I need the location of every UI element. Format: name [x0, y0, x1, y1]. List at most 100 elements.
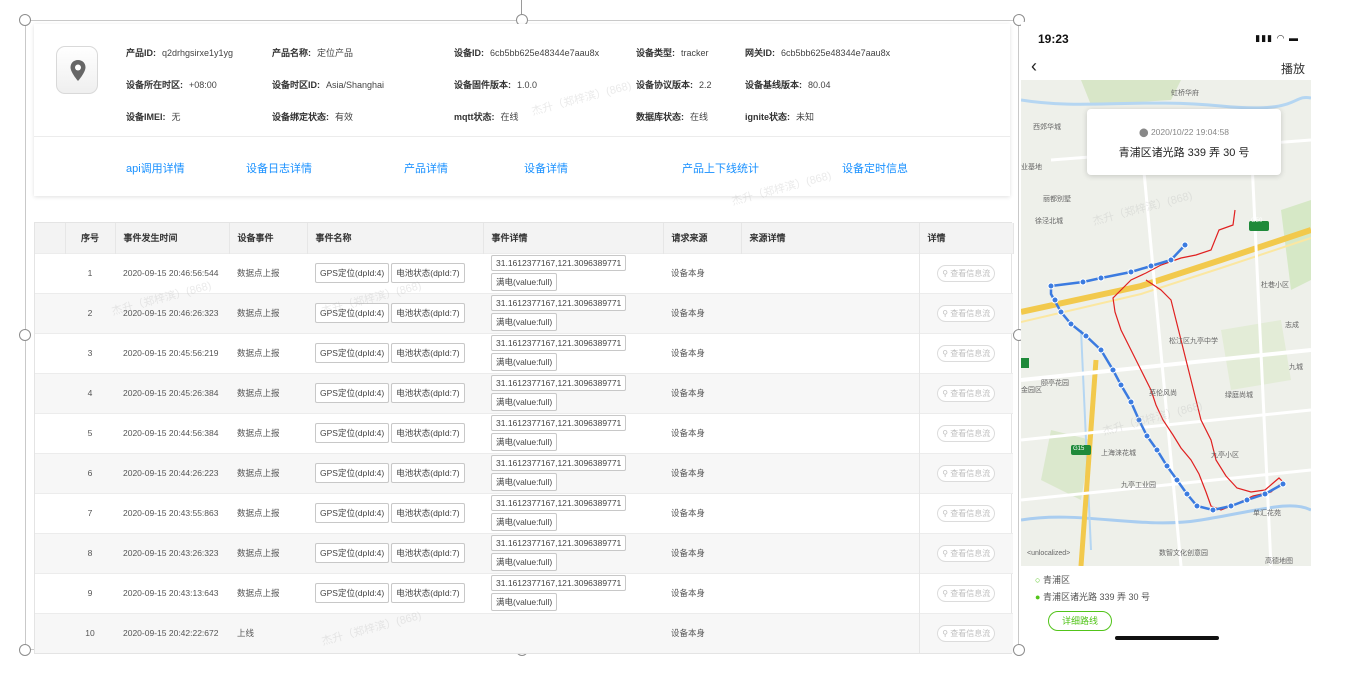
info-field: 设备IMEI: 无 — [126, 110, 181, 123]
wifi-icon: ◠ — [1276, 33, 1286, 43]
column-header: 事件详情 — [483, 223, 664, 253]
detail-cell: ⚲ 查看信息流 — [918, 292, 1013, 333]
info-field: 设备类型: tracker — [636, 46, 709, 59]
route-detail-button[interactable]: 详细路线 — [1048, 611, 1112, 631]
view-flow-button[interactable]: ⚲ 查看信息流 — [937, 464, 996, 482]
table-row: 8 2020-09-15 20:43:26:323 数据点上报 GPS定位(dpId:… — [35, 532, 1013, 573]
detail-cell: ⚲ 查看信息流 — [918, 332, 1013, 373]
event-detail-tag: 满电(value:full) — [491, 473, 558, 491]
home-indicator — [1115, 636, 1219, 640]
event-time: 2020-09-15 20:46:56:544 — [115, 252, 229, 293]
event-details — [483, 612, 663, 653]
view-flow-label: 查看信息流 — [950, 468, 991, 478]
column-header: 事件发生时间 — [115, 223, 230, 253]
event-names: GPS定位(dpId:4) 电池状态(dpId:7) — [307, 572, 483, 613]
column-header: 来源详情 — [741, 223, 920, 253]
request-source: 设备本身 — [663, 332, 741, 373]
info-field-value: 未知 — [796, 112, 815, 122]
view-flow-label: 查看信息流 — [950, 588, 991, 598]
end-label: 青浦区诸光路 339 弄 30 号 — [1042, 592, 1150, 602]
row-spacer — [35, 372, 65, 413]
card-link[interactable]: api调用详情 — [126, 160, 185, 176]
card-link[interactable]: 产品详情 — [404, 160, 448, 176]
view-flow-button[interactable]: ⚲ 查看信息流 — [937, 264, 996, 282]
map-label: 绿庭尚城 — [1225, 392, 1253, 399]
table-row: 9 2020-09-15 20:43:13:643 数据点上报 GPS定位(dpId:… — [35, 572, 1013, 613]
row-spacer — [35, 532, 65, 573]
device-event: 数据点上报 — [229, 292, 307, 333]
view-flow-button[interactable]: ⚲ 查看信息流 — [937, 344, 996, 362]
device-info-card: 产品ID: q2drhgsirxe1y1yg 产品名称: 定位产品 设备ID: 6cb5b… — [34, 24, 1010, 196]
event-detail-tag: 满电(value:full) — [491, 353, 558, 371]
resize-handle-bl[interactable] — [19, 644, 31, 656]
phone-screen: 19:23 ▮▮▮ ◠ ▬ ‹ 播放 杰升（郑梓滨）(868) 杰升（郑梓滨）(… — [1021, 22, 1311, 642]
view-flow-button[interactable]: ⚲ 查看信息流 — [937, 544, 996, 562]
view-flow-button[interactable]: ⚲ 查看信息流 — [937, 624, 996, 642]
card-link[interactable]: 设备日志详情 — [246, 160, 312, 176]
info-field: 数据库状态: 在线 — [636, 110, 708, 123]
info-field: 网关ID: 6cb5bb625e48344e7aau8x — [745, 46, 890, 59]
event-detail-tag: 满电(value:full) — [491, 273, 558, 291]
info-field: 设备时区ID: Asia/Shanghai — [272, 78, 384, 91]
play-button[interactable]: 播放 — [1281, 60, 1305, 77]
status-time: 19:23 — [1038, 32, 1069, 46]
event-detail-tag: 满电(value:full) — [491, 313, 558, 331]
resize-handle-br[interactable] — [1013, 644, 1025, 656]
resize-handle-left[interactable] — [19, 329, 31, 341]
map-label: 杜巷小区 — [1261, 282, 1289, 289]
info-field-value: 80.04 — [808, 80, 831, 90]
source-detail — [741, 292, 919, 333]
row-index: 6 — [65, 452, 115, 493]
source-detail — [741, 612, 919, 653]
view-flow-button[interactable]: ⚲ 查看信息流 — [937, 304, 996, 322]
event-detail-tag: 满电(value:full) — [491, 513, 558, 531]
card-link[interactable]: 设备详情 — [524, 160, 568, 176]
event-detail-tag: 31.1612377167,121.3096389771 — [491, 415, 627, 431]
event-detail-tag: 31.1612377167,121.3096389771 — [491, 335, 627, 351]
detail-cell: ⚲ 查看信息流 — [918, 252, 1013, 293]
info-field: 产品名称: 定位产品 — [272, 46, 353, 59]
device-event: 数据点上报 — [229, 492, 307, 533]
table-body: 1 2020-09-15 20:46:56:544 数据点上报 GPS定位(dpId:… — [35, 252, 1013, 653]
card-link[interactable]: 设备定时信息 — [842, 160, 908, 176]
map-label: 数智文化创意园 — [1159, 550, 1208, 557]
row-spacer — [35, 252, 65, 293]
info-field-value: 在线 — [500, 112, 519, 122]
map-label: 九城 — [1289, 364, 1303, 371]
row-spacer — [35, 332, 65, 373]
event-detail-tag: 31.1612377167,121.3096389771 — [491, 255, 627, 271]
resize-handle-tl[interactable] — [19, 14, 31, 26]
column-header: 请求来源 — [663, 223, 742, 253]
back-button[interactable]: ‹ — [1031, 56, 1037, 77]
request-source: 设备本身 — [663, 252, 741, 293]
detail-cell: ⚲ 查看信息流 — [918, 452, 1013, 493]
info-field-value: tracker — [681, 48, 709, 58]
view-flow-button[interactable]: ⚲ 查看信息流 — [937, 424, 996, 442]
device-event: 数据点上报 — [229, 412, 307, 453]
card-link[interactable]: 产品上下线统计 — [682, 160, 759, 176]
table-row: 6 2020-09-15 20:44:26:223 数据点上报 GPS定位(dpId:… — [35, 452, 1013, 493]
battery-icon: ▬ — [1289, 33, 1299, 43]
view-flow-label: 查看信息流 — [950, 308, 991, 318]
event-name-tag: 电池状态(dpId:7) — [391, 583, 465, 603]
info-field: 设备固件版本: 1.0.0 — [454, 78, 537, 91]
row-spacer — [35, 492, 65, 533]
product-icon — [56, 46, 98, 94]
info-field-value: 定位产品 — [317, 48, 354, 58]
map-label: G15 — [1073, 446, 1085, 452]
view-flow-button[interactable]: ⚲ 查看信息流 — [937, 584, 996, 602]
source-detail — [741, 252, 919, 293]
table-row: 2 2020-09-15 20:46:26:323 数据点上报 GPS定位(dpId:… — [35, 292, 1013, 333]
view-flow-button[interactable]: ⚲ 查看信息流 — [937, 504, 996, 522]
info-field-label: 网关ID: — [745, 48, 775, 58]
event-detail-tag: 满电(value:full) — [491, 593, 558, 611]
event-detail-tag: 31.1612377167,121.3096389771 — [491, 295, 627, 311]
map-label: 徐泾北城 — [1035, 218, 1063, 225]
source-detail — [741, 332, 919, 373]
row-spacer — [35, 612, 65, 653]
view-flow-button[interactable]: ⚲ 查看信息流 — [937, 384, 996, 402]
event-name-tag: 电池状态(dpId:7) — [391, 383, 465, 403]
event-name-tag: GPS定位(dpId:4) — [315, 383, 390, 403]
location-pin-icon — [70, 60, 86, 81]
request-source: 设备本身 — [663, 492, 741, 533]
